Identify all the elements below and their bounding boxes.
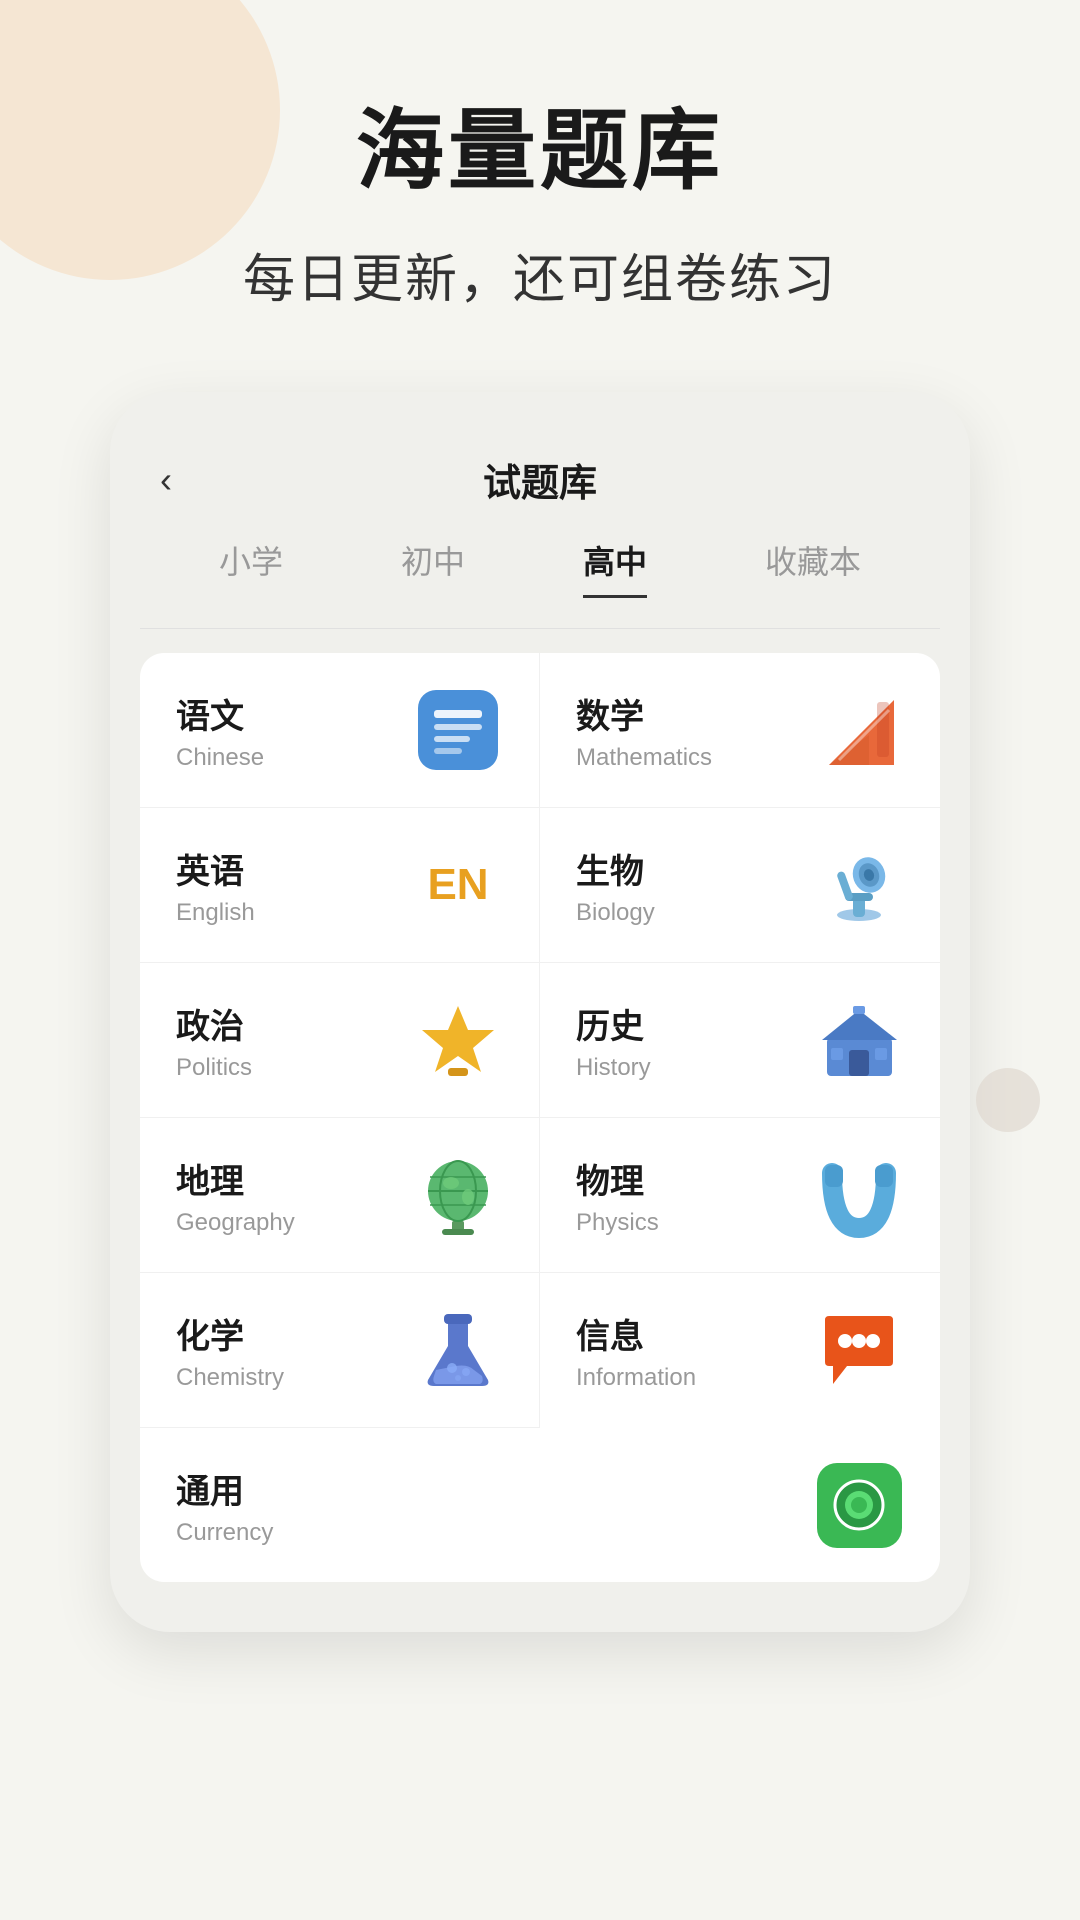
subject-zh-math: 数学 [576,689,712,738]
chinese-icon [413,685,503,775]
float-button[interactable] [976,1068,1040,1132]
subject-info-politics: 政治 Politics [176,999,252,1082]
subject-zh-information: 信息 [576,1309,696,1358]
subject-cell-chemistry[interactable]: 化学 Chemistry [140,1273,540,1428]
main-title: 海量题库 [0,80,1080,207]
subject-en-geography: Geography [176,1209,295,1237]
information-icon [814,1306,904,1396]
geography-icon [413,1150,503,1240]
subject-cell-politics[interactable]: 政治 Politics [140,963,540,1118]
subject-cell-chinese[interactable]: 语文 Chinese [140,653,540,808]
tab-bar: 小学 初中 高中 收藏本 [140,537,940,629]
subject-cell-information[interactable]: 信息 Information [540,1273,940,1428]
subject-cell-english[interactable]: 英语 English EN [140,808,540,963]
tab-favorites[interactable]: 收藏本 [765,537,861,598]
tab-high[interactable]: 高中 [583,537,647,598]
subject-info-history: 历史 History [576,999,651,1082]
subject-zh-history: 历史 [576,999,651,1048]
subject-en-chemistry: Chemistry [176,1364,284,1392]
subject-info-biology: 生物 Biology [576,844,655,927]
history-icon [814,995,904,1085]
subject-zh-geography: 地理 [176,1154,295,1203]
subject-cell-history[interactable]: 历史 History [540,963,940,1118]
english-en-text: EN [416,843,501,928]
subject-en-biology: Biology [576,899,655,927]
subject-zh-chinese: 语文 [176,689,264,738]
subject-info-information: 信息 Information [576,1309,696,1392]
politics-icon [413,995,503,1085]
subject-info-math: 数学 Mathematics [576,689,712,772]
subject-zh-currency: 通用 [176,1464,273,1513]
math-icon [814,685,904,775]
biology-icon [814,840,904,930]
phone-mockup: ‹ 试题库 小学 初中 高中 收藏本 语文 Chinese [110,392,970,1632]
subject-zh-physics: 物理 [576,1154,659,1203]
subject-grid: 语文 Chinese 数学 Mathematics [140,653,940,1582]
subject-info-currency: 通用 Currency [176,1464,273,1547]
subject-en-physics: Physics [576,1209,659,1237]
tab-middle[interactable]: 初中 [401,537,465,598]
subject-en-english: English [176,899,255,927]
subject-cell-geography[interactable]: 地理 Geography [140,1118,540,1273]
subject-en-history: History [576,1054,651,1082]
subject-zh-english: 英语 [176,844,255,893]
subject-zh-biology: 生物 [576,844,655,893]
subject-info-english: 英语 English [176,844,255,927]
app-title: 试题库 [483,452,597,507]
subject-cell-physics[interactable]: 物理 Physics [540,1118,940,1273]
english-icon: EN [413,840,503,930]
subject-en-politics: Politics [176,1054,252,1082]
app-header: ‹ 试题库 [140,432,940,537]
subject-info-physics: 物理 Physics [576,1154,659,1237]
subject-cell-math[interactable]: 数学 Mathematics [540,653,940,808]
subject-en-currency: Currency [176,1519,273,1547]
subject-en-math: Mathematics [576,744,712,772]
subject-cell-currency[interactable]: 通用 Currency [140,1428,940,1582]
sub-title: 每日更新，还可组卷练习 [0,237,1080,312]
tab-primary[interactable]: 小学 [219,537,283,598]
subject-en-chinese: Chinese [176,744,264,772]
subject-en-information: Information [576,1364,696,1392]
chemistry-icon [413,1305,503,1395]
subject-info-chinese: 语文 Chinese [176,689,264,772]
physics-icon [814,1150,904,1240]
subject-info-geography: 地理 Geography [176,1154,295,1237]
back-button[interactable]: ‹ [160,459,172,501]
subject-zh-politics: 政治 [176,999,252,1048]
subject-cell-biology[interactable]: 生物 Biology [540,808,940,963]
subject-info-chemistry: 化学 Chemistry [176,1309,284,1392]
subject-zh-chemistry: 化学 [176,1309,284,1358]
currency-icon [814,1460,904,1550]
